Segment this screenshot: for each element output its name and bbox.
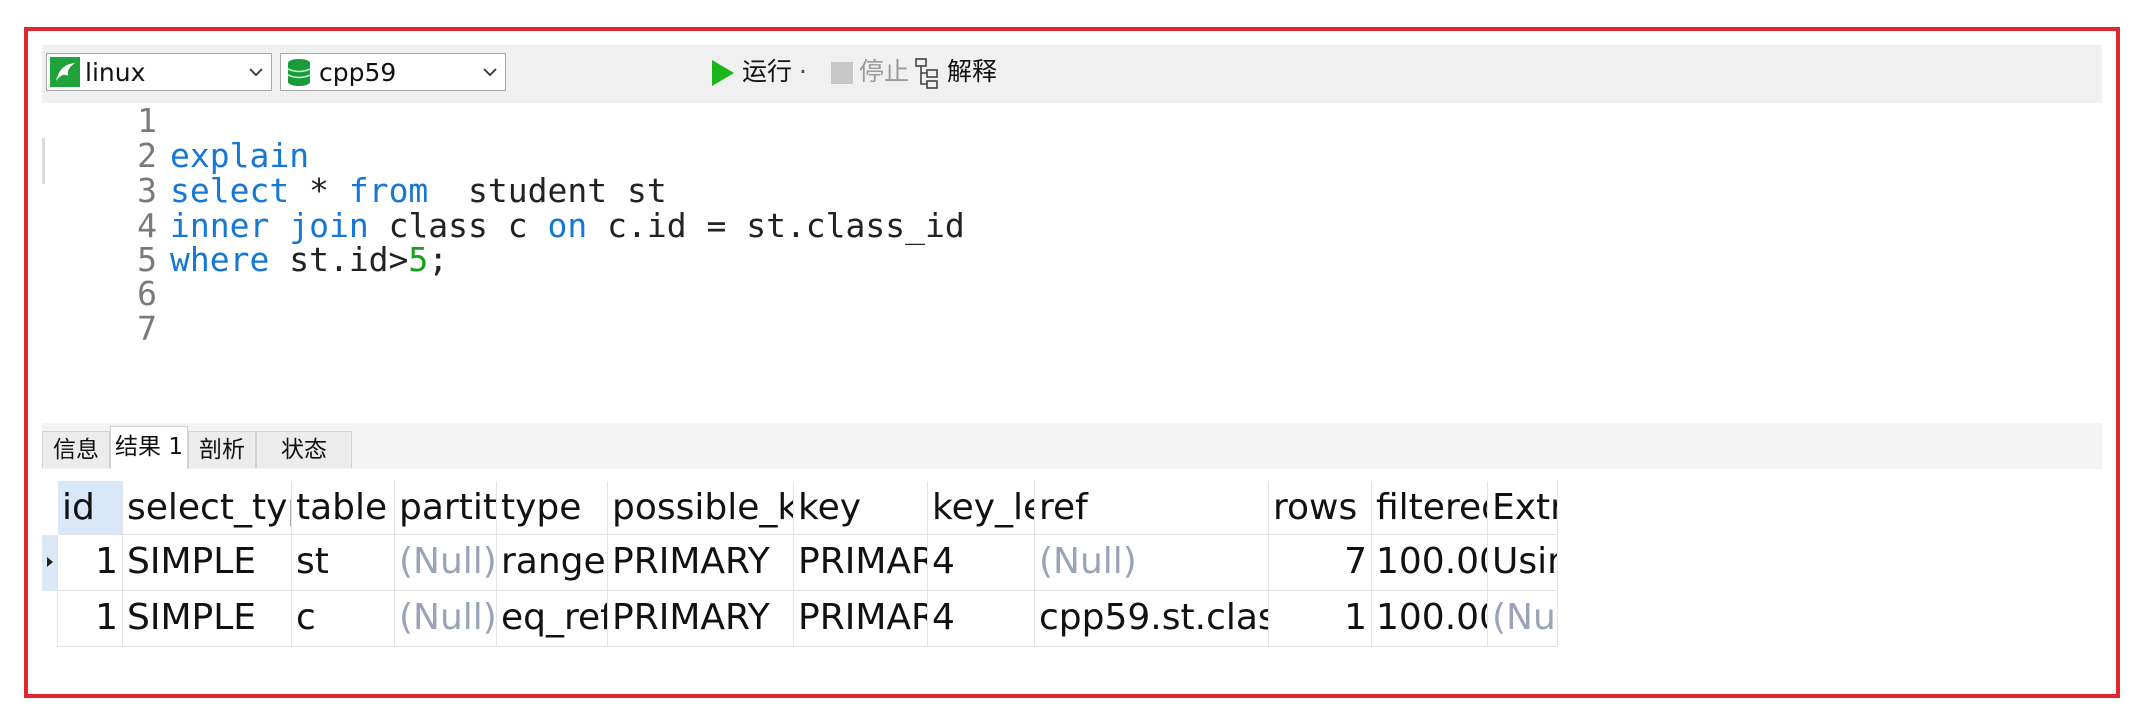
column-header-key[interactable]: key (794, 481, 928, 535)
query-toolbar: linux cpp59 运行 · 停止 解释 (42, 45, 2102, 103)
cell-Extra[interactable]: (Null) (1488, 591, 1558, 647)
chevron-down-icon[interactable] (481, 63, 499, 81)
stop-icon (831, 62, 853, 84)
table-row[interactable]: 1SIMPLEst(Null)rangePRIMARYPRIMARY4(Null… (42, 535, 2102, 591)
cell-select_type[interactable]: SIMPLE (123, 535, 292, 591)
code-text: where st.id>5; (170, 237, 448, 283)
column-header-possible_keys[interactable]: possible_keys (608, 481, 794, 535)
tab-result-1[interactable]: 结果 1 (110, 426, 188, 469)
cell-filtered[interactable]: 100.00 (1372, 591, 1488, 647)
cell-rows[interactable]: 1 (1269, 591, 1372, 647)
cell-table[interactable]: st (292, 535, 395, 591)
column-header-key_len[interactable]: key_len (928, 481, 1035, 535)
cell-filtered[interactable]: 100.00 (1372, 535, 1488, 591)
cell-id[interactable]: 1 (58, 535, 123, 591)
database-icon (287, 59, 311, 86)
connection-select[interactable]: linux (46, 53, 272, 91)
cell-select_type[interactable]: SIMPLE (123, 591, 292, 647)
database-value: cpp59 (319, 58, 397, 87)
tab-info[interactable]: 信息 (42, 431, 110, 468)
column-header-Extra[interactable]: Extra (1488, 481, 1558, 535)
sql-text: c.id = st.class_id (587, 206, 965, 245)
sql-number: 5 (408, 240, 429, 279)
run-button[interactable]: 运行 (742, 56, 792, 88)
cell-Extra[interactable]: Using (1488, 535, 1558, 591)
sql-editor[interactable]: 1 2 explain 3 select * from student st 4 inner… (42, 101, 2102, 423)
column-header-type[interactable]: type (497, 481, 608, 535)
column-header-table[interactable]: table (292, 481, 395, 535)
run-dropdown[interactable]: · (799, 56, 807, 88)
cell-possible_keys[interactable]: PRIMARY (608, 535, 794, 591)
explain-icon[interactable] (915, 57, 945, 89)
run-icon[interactable] (712, 60, 734, 86)
cell-key[interactable]: PRIMARY (794, 535, 928, 591)
screenshot-frame: linux cpp59 运行 · 停止 解释 1 2 explain 3 sel… (24, 27, 2120, 698)
cell-rows[interactable]: 7 (1269, 535, 1372, 591)
line-number: 7 (137, 309, 157, 348)
tab-profile[interactable]: 剖析 (188, 431, 256, 468)
cell-table[interactable]: c (292, 591, 395, 647)
grid-header-row: idselect_typetablepartitionstypepossible… (42, 481, 2102, 535)
sql-text: ; (428, 240, 449, 279)
cell-ref[interactable]: cpp59.st.class_id (1035, 591, 1269, 647)
row-selector[interactable] (42, 591, 58, 647)
column-header-id[interactable]: id (58, 481, 123, 535)
cell-type[interactable]: range (497, 535, 608, 591)
result-grid[interactable]: idselect_typetablepartitionstypepossible… (42, 469, 2102, 687)
current-row-icon (47, 557, 53, 567)
column-header-select_type[interactable]: select_type (123, 481, 292, 535)
cell-partitions[interactable]: (Null) (395, 591, 497, 647)
cell-possible_keys[interactable]: PRIMARY (608, 591, 794, 647)
stop-button[interactable]: 停止 (859, 56, 909, 88)
dolphin-icon (50, 57, 80, 87)
row-selector[interactable] (42, 535, 58, 591)
column-header-rows[interactable]: rows (1269, 481, 1372, 535)
sql-text: st.id> (269, 240, 409, 279)
cell-key_len[interactable]: 4 (928, 591, 1035, 647)
result-tabs: 信息 结果 1 剖析 状态 (42, 423, 2102, 470)
tab-status[interactable]: 状态 (256, 431, 352, 468)
cell-key_len[interactable]: 4 (928, 535, 1035, 591)
column-header-filtered[interactable]: filtered (1372, 481, 1488, 535)
fold-gutter (42, 138, 45, 184)
column-header-partitions[interactable]: partitions (395, 481, 497, 535)
cell-key[interactable]: PRIMARY (794, 591, 928, 647)
column-header-ref[interactable]: ref (1035, 481, 1269, 535)
sql-keyword: on (547, 206, 588, 245)
sql-keyword: where (170, 240, 270, 279)
database-select[interactable]: cpp59 (280, 53, 506, 91)
cell-ref[interactable]: (Null) (1035, 535, 1269, 591)
explain-button[interactable]: 解释 (947, 56, 997, 88)
cell-partitions[interactable]: (Null) (395, 535, 497, 591)
cell-type[interactable]: eq_ref (497, 591, 608, 647)
connection-value: linux (85, 58, 146, 87)
chevron-down-icon[interactable] (247, 63, 265, 81)
cell-id[interactable]: 1 (58, 591, 123, 647)
table-row[interactable]: 1SIMPLEc(Null)eq_refPRIMARYPRIMARY4cpp59… (42, 591, 2102, 647)
